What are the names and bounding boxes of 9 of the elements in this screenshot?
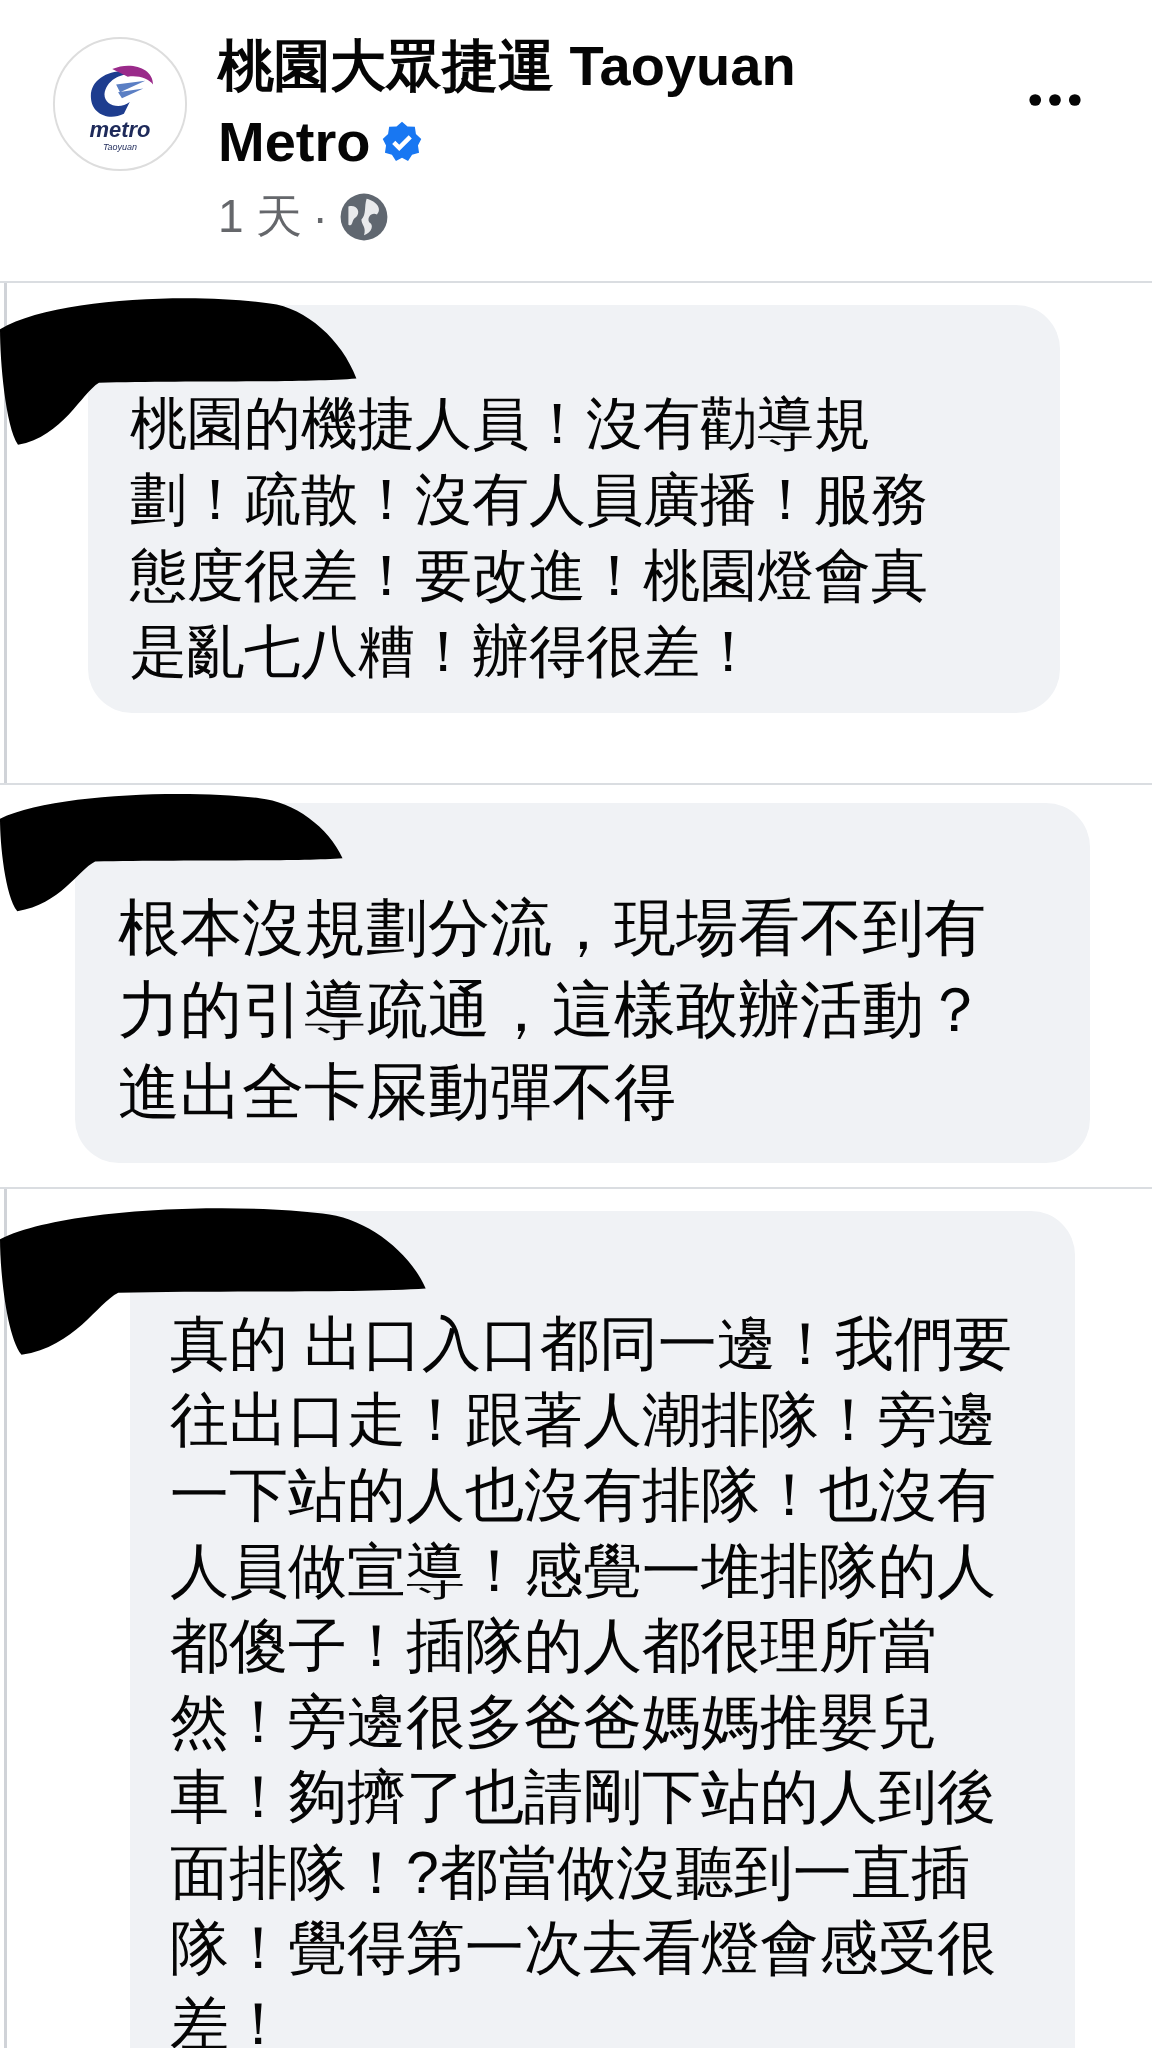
comment-text: 桃園的機捷人員！沒有勸導規劃！疏散！沒有人員廣播！服務態度很差！要改進！桃園燈會真是亂七八糟！辦得很差！ <box>130 390 929 685</box>
logo-text: metro <box>89 118 151 142</box>
separator-dot: · <box>312 190 328 244</box>
post-time: 1 天 <box>218 189 303 244</box>
logo-subtext: Taoyuan <box>102 142 138 152</box>
more-options-icon[interactable] <box>1028 92 1082 108</box>
page-name[interactable]: 桃園大眾捷運 Taoyuan Metro <box>218 28 878 180</box>
logo-icon <box>52 36 188 172</box>
comment-text: 根本沒規劃分流，現場看不到有力的引導疏通，這樣敢辦活動？進出全卡屎動彈不得 <box>118 892 987 1128</box>
